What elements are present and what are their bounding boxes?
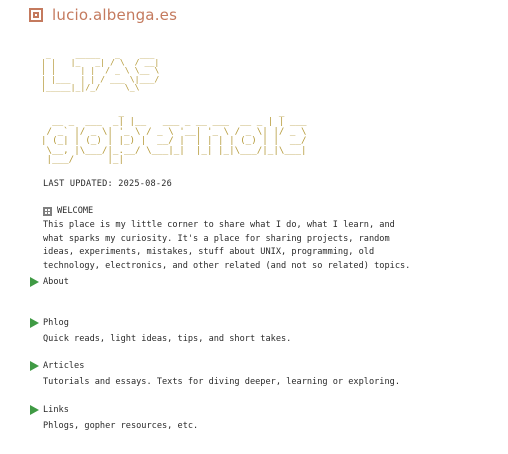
menu-link-articles[interactable]: Articles: [30, 361, 84, 371]
site-header: lucio.albenga.es: [29, 6, 177, 24]
arrow-right-icon: [30, 405, 39, 415]
square-logo-icon: [29, 8, 43, 22]
welcome-paragraph: This place is my little corner to share …: [43, 219, 411, 273]
grid-icon: [43, 206, 52, 216]
articles-description: Tutorials and essays. Texts for diving d…: [43, 377, 400, 387]
menu-link-phlog-label: Phlog: [43, 318, 69, 328]
ascii-art-banner-2: _ _ __ _ ___ _| |__ ___ _ __ ___ __ _ | …: [41, 107, 307, 166]
welcome-heading: WELCOME: [43, 206, 93, 216]
menu-link-links[interactable]: Links: [30, 405, 69, 415]
ascii-art-banner-1: _ _____ _ ___ | | |_ _| / \ / __| | | | …: [41, 49, 160, 92]
menu-link-about-label: About: [43, 277, 69, 287]
site-title-link[interactable]: lucio.albenga.es: [52, 6, 177, 24]
menu-link-about[interactable]: About: [30, 277, 69, 287]
arrow-right-icon: [30, 318, 39, 328]
welcome-line: what sparks my curiosity. It's a place f…: [43, 233, 390, 244]
welcome-line: This place is my little corner to share …: [43, 220, 395, 230]
menu-link-links-label: Links: [43, 405, 69, 415]
menu-link-phlog[interactable]: Phlog: [30, 318, 69, 328]
welcome-heading-label: WELCOME: [57, 206, 94, 216]
welcome-line: ideas, experiments, mistakes, stuff abou…: [43, 247, 375, 258]
links-description: Phlogs, gopher resources, etc.: [43, 421, 199, 431]
arrow-right-icon: [30, 277, 39, 287]
arrow-right-icon: [30, 361, 39, 371]
phlog-description: Quick reads, light ideas, tips, and shor…: [43, 334, 292, 344]
welcome-line: technology, electronics, and other relat…: [43, 260, 411, 271]
last-updated-text: LAST UPDATED: 2025-08-26: [43, 179, 172, 189]
logo-inner-square: [33, 12, 39, 18]
menu-link-articles-label: Articles: [43, 361, 85, 371]
